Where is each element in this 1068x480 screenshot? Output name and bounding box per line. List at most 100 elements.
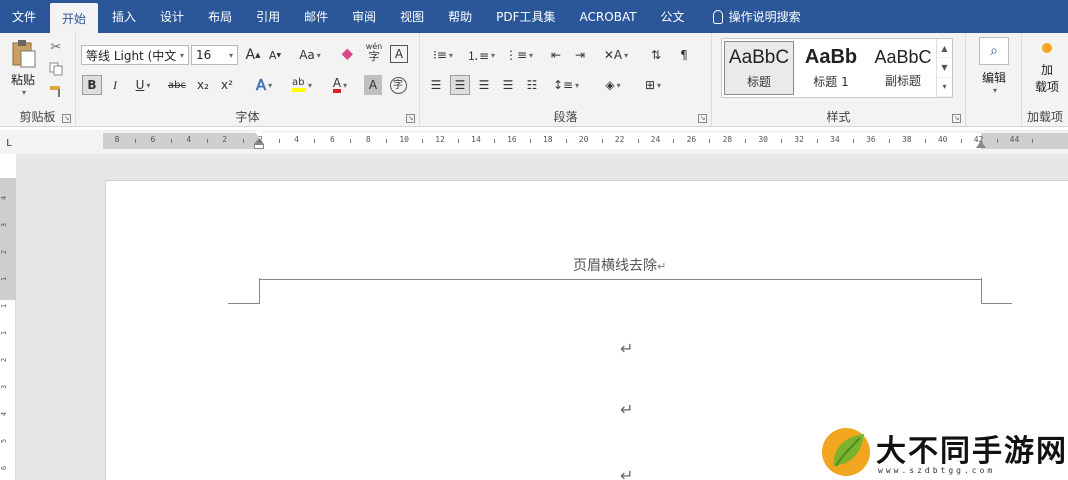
character-shading-button[interactable]: A: [364, 75, 382, 95]
bold-icon: B: [87, 78, 97, 92]
tab-official-doc[interactable]: 公文: [649, 0, 697, 33]
tab-view[interactable]: 视图: [388, 0, 436, 33]
ruler-tick: [996, 139, 998, 143]
addins-group: 加 载项 加载项: [1022, 33, 1068, 127]
subscript-button[interactable]: x₂: [192, 75, 214, 95]
character-border-button[interactable]: A: [390, 45, 408, 63]
text-effects-button[interactable]: A ▾: [248, 75, 280, 95]
pilcrow-icon: ¶: [680, 48, 688, 62]
tab-references[interactable]: 引用: [244, 0, 292, 33]
scroll-up-icon[interactable]: ▲: [937, 39, 952, 59]
chevron-down-icon: ▾: [268, 80, 273, 90]
font-size-combo[interactable]: 16 ▾: [191, 45, 238, 65]
paragraph-group: ⁝≡ ▾ ⒈≡ ▾ ⋮≡ ▾ ⇤ ⇥ ✕A ▾ ⇅ ¶ ☰ ☰ ☰ ☰ ☷ ↕≡ ▾ ◈ ▾…: [420, 33, 712, 127]
tab-insert[interactable]: 插入: [100, 0, 148, 33]
increase-indent-icon: ⇥: [574, 48, 586, 62]
superscript-icon: x²: [221, 78, 233, 92]
multilevel-list-button[interactable]: ⋮≡ ▾: [502, 45, 536, 65]
paint-bucket-icon: ◈: [605, 78, 615, 92]
tab-design[interactable]: 设计: [148, 0, 196, 33]
font-color-button[interactable]: A ▾: [324, 75, 356, 95]
tab-acrobat[interactable]: ACROBAT: [568, 0, 649, 33]
scroll-down-icon[interactable]: ▼: [937, 58, 952, 78]
borders-button[interactable]: ⊞ ▾: [636, 75, 670, 95]
ruler-number: 16: [507, 135, 517, 144]
align-left-button[interactable]: ☰: [426, 75, 446, 95]
styles-group-label: 样式: [826, 110, 851, 124]
ruler-tick: [350, 139, 352, 143]
editing-button[interactable]: ⌕ 编辑 ▾: [974, 37, 1014, 103]
tab-review[interactable]: 审阅: [340, 0, 388, 33]
horizontal-ruler[interactable]: 8 6 4 2 2 4 6 8 10 12 14 16 18 20 22 24 26 28 30 32 34 36 38 40…: [103, 131, 1068, 149]
underline-button[interactable]: U ▾: [128, 75, 158, 95]
tab-mailings[interactable]: 邮件: [292, 0, 340, 33]
phonetic-guide-button[interactable]: wén 字: [362, 43, 386, 63]
grow-font-button[interactable]: A ▲: [244, 45, 262, 65]
style-title[interactable]: AaBbC 标题: [724, 41, 794, 95]
style-subtitle[interactable]: AaBbC 副标题: [868, 41, 938, 95]
cut-button[interactable]: ✂: [46, 37, 66, 57]
change-case-button[interactable]: Aa ▾: [294, 45, 326, 65]
align-right-button[interactable]: ☰: [474, 75, 494, 95]
paragraph-mark-icon: ↵: [620, 339, 634, 358]
numbering-button[interactable]: ⒈≡ ▾: [464, 45, 498, 65]
distributed-button[interactable]: ☷: [522, 75, 542, 95]
watermark-url: www.szdbtgg.com: [878, 466, 996, 475]
tab-file[interactable]: 文件: [0, 0, 48, 33]
format-painter-button[interactable]: [46, 81, 66, 101]
clipboard-launcher-icon[interactable]: ↘: [62, 114, 71, 123]
justify-button[interactable]: ☰: [498, 75, 518, 95]
vertical-ruler[interactable]: 4 3 2 1 1 1 2 3 4 5 6: [0, 178, 16, 480]
ruler-tick: [493, 139, 495, 143]
enclose-characters-button[interactable]: 字: [388, 75, 408, 95]
shading-button[interactable]: ◈ ▾: [596, 75, 630, 95]
crop-mark: [981, 278, 982, 304]
line-spacing-button[interactable]: ↕≡ ▾: [550, 75, 582, 95]
tell-me-search[interactable]: 操作说明搜索: [712, 0, 801, 33]
sort-button[interactable]: ⇅: [646, 45, 666, 65]
font-launcher-icon[interactable]: ↘: [406, 114, 415, 123]
decrease-indent-icon: ⇤: [550, 48, 562, 62]
ruler-number: 44: [1009, 135, 1020, 144]
italic-button[interactable]: I: [106, 75, 124, 95]
strikethrough-button[interactable]: abc: [164, 75, 190, 95]
character-shading-icon: A: [368, 78, 378, 92]
tab-selector[interactable]: L: [2, 136, 16, 150]
header-text[interactable]: 页眉横线去除↵: [573, 255, 666, 275]
tab-home[interactable]: 开始: [50, 3, 99, 33]
more-styles-icon[interactable]: ▾: [937, 78, 952, 97]
ruler-tick: [242, 139, 244, 143]
bullets-button[interactable]: ⁝≡ ▾: [426, 45, 460, 65]
bold-button[interactable]: B: [82, 75, 102, 95]
shrink-font-button[interactable]: A ▼: [266, 45, 284, 65]
highlight-button[interactable]: ab ▾: [286, 75, 318, 95]
paragraph-launcher-icon[interactable]: ↘: [698, 114, 707, 123]
asian-layout-button[interactable]: ✕A ▾: [600, 45, 632, 65]
ruler-tick: [134, 139, 136, 143]
tab-help[interactable]: 帮助: [436, 0, 484, 33]
bullet-list-icon: ⁝≡: [433, 48, 447, 62]
menu-bar: 文件 开始 插入 设计 布局 引用 邮件 审阅 视图 帮助 PDF工具集 ACR…: [0, 0, 1068, 33]
styles-launcher-icon[interactable]: ↘: [952, 114, 961, 123]
paste-label: 粘贴: [10, 73, 35, 87]
show-marks-button[interactable]: ¶: [674, 45, 694, 65]
addins-button[interactable]: 加 载项: [1030, 43, 1064, 103]
chevron-down-icon: ▾: [992, 86, 997, 95]
highlighter-icon: ab: [291, 78, 306, 92]
clear-formatting-button[interactable]: [338, 45, 358, 65]
style-name: 副标题: [884, 74, 921, 88]
paragraph-mark-icon: ↵: [620, 466, 634, 480]
align-right-icon: ☰: [478, 78, 490, 92]
tab-layout[interactable]: 布局: [196, 0, 244, 33]
copy-button[interactable]: [46, 59, 66, 79]
align-center-button[interactable]: ☰: [450, 75, 470, 95]
font-name-combo[interactable]: 等线 Light (中文 ▾: [81, 45, 189, 65]
tab-pdf-tools[interactable]: PDF工具集: [484, 0, 567, 33]
increase-indent-button[interactable]: ⇥: [570, 45, 590, 65]
superscript-button[interactable]: x²: [216, 75, 238, 95]
decrease-indent-button[interactable]: ⇤: [546, 45, 566, 65]
font-size-value: 16: [196, 48, 212, 62]
style-heading-1[interactable]: AaBb 标题 1: [796, 41, 866, 95]
chevron-down-icon: ▾: [657, 80, 662, 90]
paste-button[interactable]: 粘贴 ▾: [6, 39, 40, 99]
